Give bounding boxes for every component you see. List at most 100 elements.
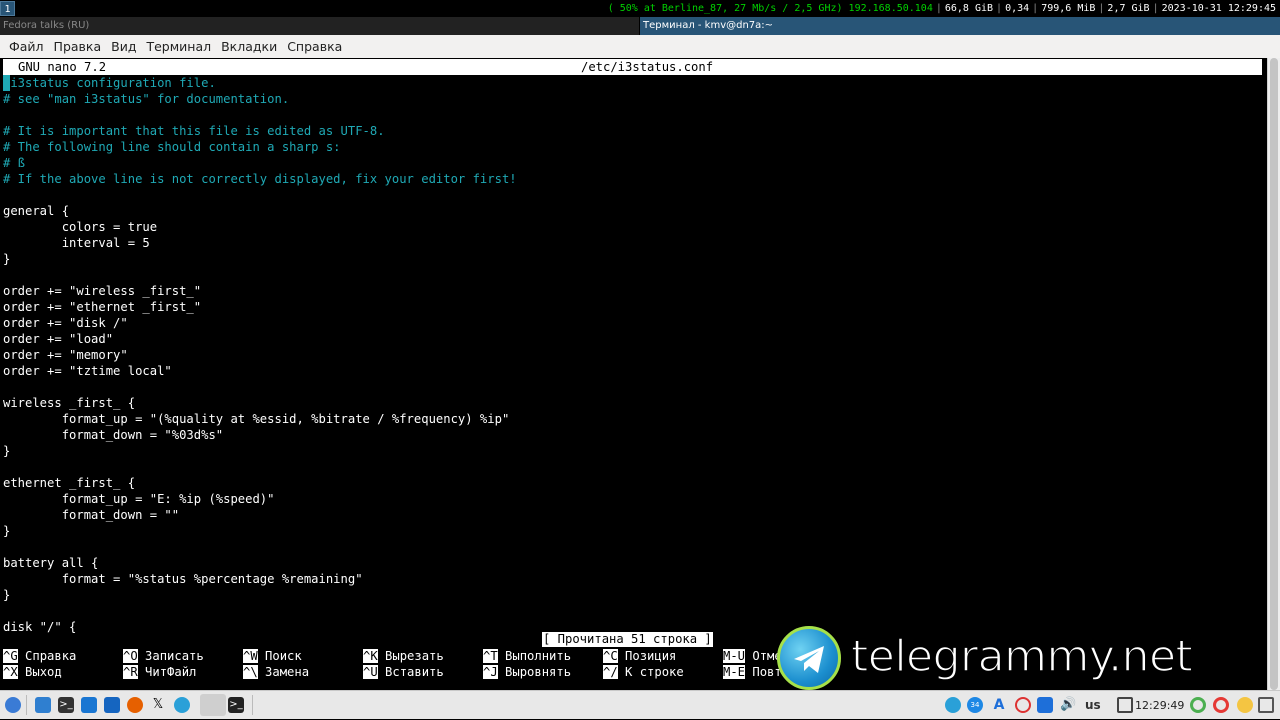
- memory-status: 799,6 MiB: [1041, 3, 1096, 14]
- power-icon[interactable]: [1213, 697, 1229, 713]
- editor-line: }: [3, 524, 11, 538]
- shortcut-key: ^J: [483, 665, 498, 679]
- shortcut-item: ^T Выполнить: [483, 648, 571, 664]
- badge-34-icon[interactable]: 34: [967, 697, 983, 713]
- clipboard-icon[interactable]: [1117, 697, 1133, 713]
- nano-header: GNU nano 7.2 /etc/i3status.conf: [3, 59, 1262, 75]
- editor-line: }: [3, 444, 11, 458]
- telegram-tray-icon[interactable]: [945, 697, 961, 713]
- telegram-icon[interactable]: [81, 697, 97, 713]
- telegram-icon-2[interactable]: [174, 697, 190, 713]
- shortcut-item: ^X Выход: [3, 664, 62, 680]
- shortcut-label: Вставить: [385, 665, 444, 679]
- editor-line: order += "ethernet _first_": [3, 300, 202, 314]
- shortcut-key: ^W: [243, 649, 258, 663]
- redhat-icon[interactable]: [1015, 697, 1031, 713]
- menu-view[interactable]: Вид: [106, 35, 141, 58]
- editor-line: # If the above line is not correctly dis…: [3, 172, 517, 186]
- editor-line: format_up = "E: %ip (%speed)": [3, 492, 275, 506]
- datetime-status: 2023-10-31 12:29:45: [1161, 3, 1276, 14]
- wifi-status: ( 50% at Berline_87, 27 Mb/s / 2,5 GHz): [607, 3, 843, 14]
- taskbar: >_ 𝕏 >_ 34 A 🔊 us 12:29:49: [0, 690, 1280, 719]
- shortcut-item: ^\ Замена: [243, 664, 309, 680]
- volume-icon[interactable]: 🔊: [1060, 697, 1076, 713]
- telegram-active-icon[interactable]: [200, 694, 226, 716]
- window-titles: Fedora talks (RU) Терминал - kmv@dn7a:~: [0, 17, 1280, 35]
- shortcut-label: Вырезать: [385, 649, 444, 663]
- menu-file[interactable]: Файл: [4, 35, 49, 58]
- terminal-icon[interactable]: >_: [58, 697, 74, 713]
- editor-line: general {: [3, 204, 70, 218]
- calc-icon[interactable]: [104, 697, 120, 713]
- window-title-left[interactable]: Fedora talks (RU): [0, 17, 639, 35]
- watermark: telegrammy.net: [777, 624, 1277, 690]
- watermark-text: telegrammy.net: [850, 630, 1193, 683]
- shortcut-label: Замена: [265, 665, 310, 679]
- editor-line: # see "man i3status" for documentation.: [3, 92, 290, 106]
- terminal-area[interactable]: GNU nano 7.2 /etc/i3status.conf i3status…: [0, 58, 1267, 690]
- editor-line: order += "tztime local": [3, 364, 172, 378]
- shortcut-label: Справка: [25, 649, 77, 663]
- editor-line: battery all {: [3, 556, 99, 570]
- shortcut-label: Выполнить: [505, 649, 572, 663]
- editor-line: order += "disk /": [3, 316, 128, 330]
- memory2-status: 2,7 GiB: [1107, 3, 1150, 14]
- shortcut-key: ^T: [483, 649, 498, 663]
- shortcut-item: ^U Вставить: [363, 664, 444, 680]
- shortcut-key: ^C: [603, 649, 618, 663]
- editor-line: i3status configuration file.: [3, 76, 216, 90]
- extra-tray-icon[interactable]: [1258, 697, 1274, 713]
- load-status: 0,34: [1005, 3, 1030, 14]
- weather-icon[interactable]: [1237, 697, 1253, 713]
- firefox-icon[interactable]: [127, 697, 143, 713]
- network-icon[interactable]: [1037, 697, 1053, 713]
- shortcut-key: ^X: [3, 665, 18, 679]
- scrollbar[interactable]: [1267, 58, 1280, 690]
- shortcut-key: ^R: [123, 665, 138, 679]
- editor-line: interval = 5: [3, 236, 150, 250]
- menu-help[interactable]: Справка: [282, 35, 347, 58]
- menu-terminal[interactable]: Терминал: [141, 35, 216, 58]
- shortcut-key: M-E: [723, 665, 746, 679]
- editor-line: order += "load": [3, 332, 114, 346]
- menu-edit[interactable]: Правка: [49, 35, 107, 58]
- shortcut-item: ^K Вырезать: [363, 648, 444, 664]
- editor-line: # It is important that this file is edit…: [3, 124, 385, 138]
- keyboard-layout[interactable]: us: [1085, 691, 1101, 720]
- shortcut-key: ^O: [123, 649, 138, 663]
- files-icon[interactable]: [35, 697, 51, 713]
- shortcut-label: Поиск: [265, 649, 302, 663]
- scrollbar-thumb[interactable]: [1270, 58, 1278, 690]
- terminal-menubar: Файл Правка Вид Терминал Вкладки Справка: [0, 35, 1280, 59]
- editor-line: }: [3, 252, 11, 266]
- telegram-logo-icon: [777, 626, 841, 690]
- window-title-right[interactable]: Терминал - kmv@dn7a:~: [640, 17, 1280, 35]
- menu-icon[interactable]: [5, 697, 21, 713]
- menu-tabs[interactable]: Вкладки: [216, 35, 282, 58]
- x-icon[interactable]: 𝕏: [150, 697, 166, 713]
- shortcut-label: Позиция: [625, 649, 677, 663]
- workspace-button[interactable]: 1: [0, 1, 15, 16]
- editor-line: # The following line should contain a sh…: [3, 140, 341, 154]
- editor-line: order += "wireless _first_": [3, 284, 202, 298]
- shortcut-key: ^G: [3, 649, 18, 663]
- editor-line: # ß: [3, 156, 26, 170]
- status-bar: 1 ( 50% at Berline_87, 27 Mb/s / 2,5 GHz…: [0, 0, 1280, 17]
- update-icon[interactable]: [1190, 697, 1206, 713]
- shortcut-item: ^R ЧитФайл: [123, 664, 196, 680]
- shortcut-key: ^K: [363, 649, 378, 663]
- editor-line: }: [3, 588, 11, 602]
- editor-line: disk "/" {: [3, 620, 77, 634]
- terminal-active-icon[interactable]: >_: [228, 697, 244, 713]
- shortcut-label: К строке: [625, 665, 684, 679]
- shortcut-item: ^/ К строке: [603, 664, 684, 680]
- status-text: ( 50% at Berline_87, 27 Mb/s / 2,5 GHz) …: [607, 3, 1276, 14]
- shortcut-key: ^\: [243, 665, 258, 679]
- shortcut-label: Выровнять: [505, 665, 572, 679]
- app-a-icon[interactable]: A: [991, 697, 1007, 713]
- panel-clock[interactable]: 12:29:49: [1135, 691, 1184, 720]
- shortcut-item: ^J Выровнять: [483, 664, 571, 680]
- editor-line: ethernet _first_ {: [3, 476, 136, 490]
- shortcut-label: Записать: [145, 649, 204, 663]
- editor-line: colors = true: [3, 220, 158, 234]
